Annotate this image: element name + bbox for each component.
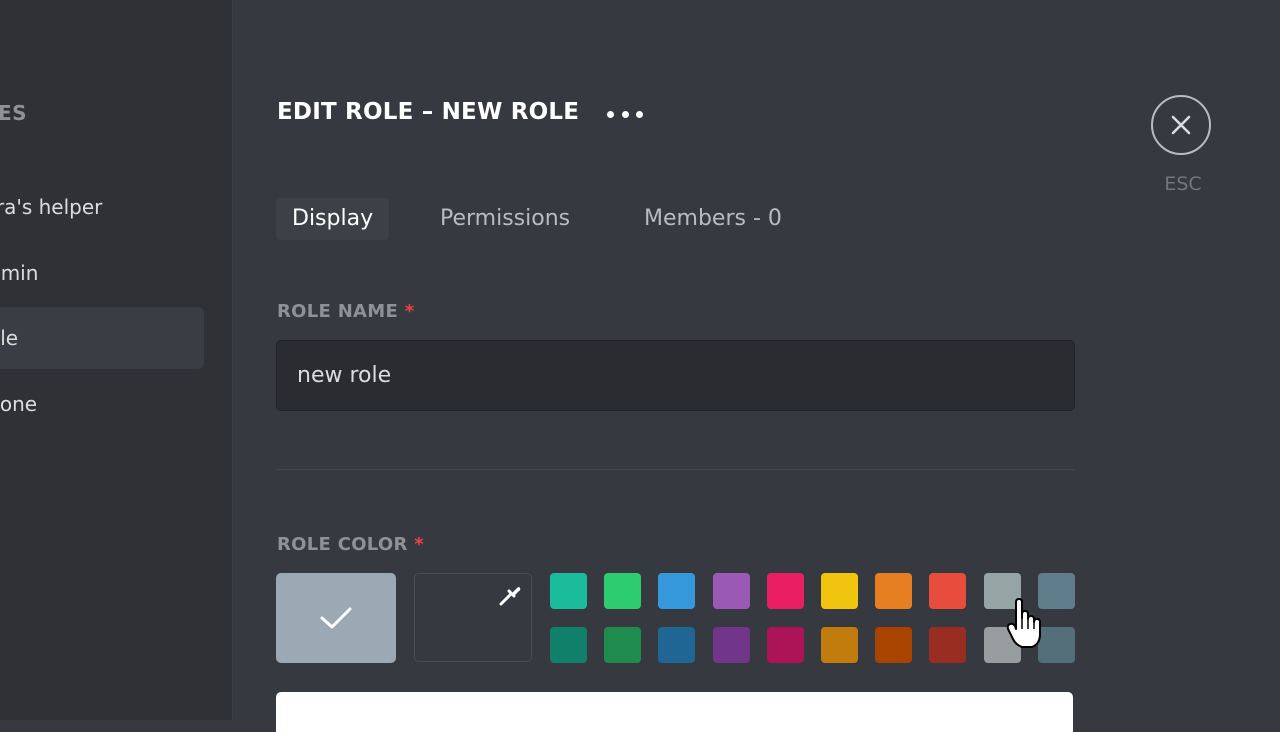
- hand-cursor-icon: [1006, 598, 1041, 648]
- tab-members[interactable]: Members - 0: [628, 198, 798, 240]
- dot: [607, 110, 614, 118]
- sidebar-item-role[interactable]: dmin: [0, 242, 204, 304]
- tab-permissions[interactable]: Permissions: [424, 198, 586, 240]
- sidebar-item-role-selected[interactable]: ole: [0, 307, 204, 369]
- sidebar-item-role[interactable]: tra's helper: [0, 176, 204, 238]
- color-swatch[interactable]: [712, 627, 750, 663]
- sidebar-item-role[interactable]: yone: [0, 373, 204, 435]
- color-swatch[interactable]: [766, 573, 804, 609]
- color-swatch[interactable]: [821, 573, 858, 609]
- dot: [636, 110, 643, 118]
- check-icon: [320, 607, 352, 629]
- role-name-input[interactable]: [276, 340, 1075, 411]
- color-swatch[interactable]: [658, 573, 696, 609]
- dot: [621, 110, 629, 118]
- color-swatch[interactable]: [550, 627, 587, 663]
- required-mark: *: [414, 534, 424, 555]
- eyedropper-icon: [499, 587, 521, 606]
- required-mark: *: [404, 301, 415, 322]
- color-swatch[interactable]: [875, 573, 913, 609]
- role-label: yone: [0, 392, 38, 416]
- color-swatch[interactable]: [604, 573, 642, 609]
- role-label: tra's helper: [0, 195, 103, 219]
- role-color-label: ROLE COLOR *: [277, 534, 424, 555]
- color-swatch[interactable]: [929, 573, 967, 609]
- selected-color-swatch[interactable]: [276, 573, 396, 663]
- color-swatch[interactable]: [658, 627, 696, 663]
- custom-color-button[interactable]: [414, 573, 532, 662]
- color-swatch[interactable]: [766, 627, 804, 663]
- color-swatch[interactable]: [550, 573, 587, 609]
- more-horizontal-icon[interactable]: [607, 104, 643, 124]
- close-button[interactable]: [1151, 95, 1211, 155]
- divider: [276, 469, 1075, 470]
- esc-label: ESC: [1164, 173, 1202, 195]
- roles-sidebar: ES tra's helper dmin ole yone: [0, 0, 233, 720]
- color-swatch[interactable]: [604, 627, 642, 663]
- role-label: dmin: [0, 261, 39, 285]
- sidebar-header: ES: [0, 101, 28, 125]
- close-icon: [1171, 115, 1191, 135]
- tab-display[interactable]: Display: [276, 198, 390, 240]
- role-preview-panel: [276, 692, 1073, 732]
- color-swatch[interactable]: [821, 627, 858, 663]
- color-swatch[interactable]: [929, 627, 967, 663]
- role-name-label: ROLE NAME *: [277, 301, 414, 322]
- color-swatch[interactable]: [875, 627, 913, 663]
- color-swatch[interactable]: [712, 573, 750, 609]
- role-color-label-text: ROLE COLOR: [277, 534, 408, 555]
- page-title: EDIT ROLE – NEW ROLE: [277, 99, 580, 125]
- role-label: ole: [0, 326, 19, 350]
- role-name-label-text: ROLE NAME: [277, 301, 399, 322]
